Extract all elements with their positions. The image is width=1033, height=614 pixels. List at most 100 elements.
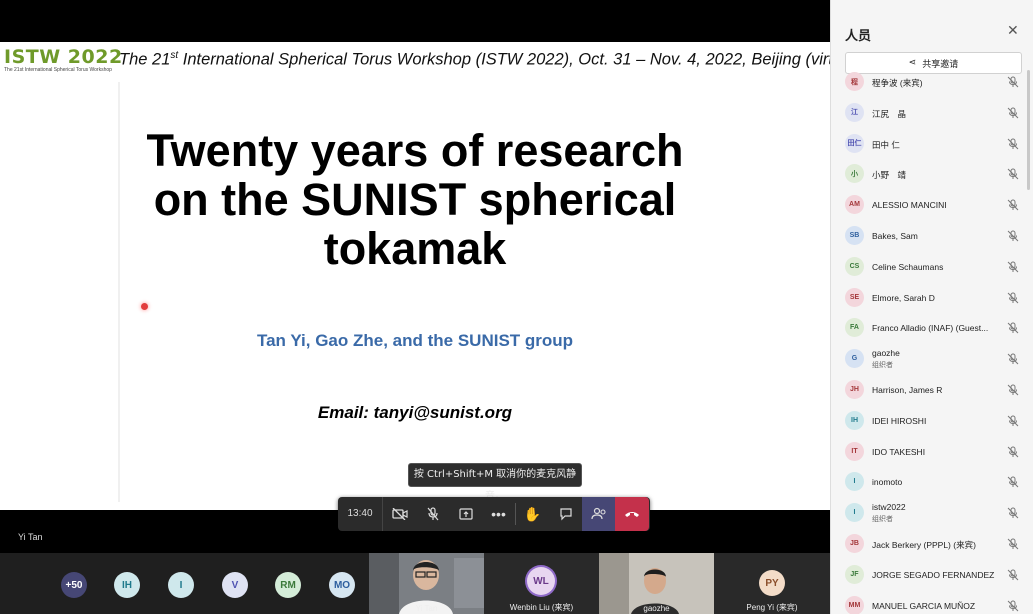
strip-avatar[interactable]: I [168,572,194,598]
raise-hand-button[interactable]: ✋ [516,497,549,531]
participant-row[interactable]: AM ALESSIO MANCINI [831,191,1033,221]
participant-name: Jack Berkery (PPPL) (来宾) [872,540,976,550]
mic-muted-icon [1007,538,1019,550]
mic-muted-icon [1007,476,1019,488]
participant-avatar: I [845,472,864,492]
video-tile-wenbin-liu[interactable]: WL Wenbin Liu (来宾) [484,553,599,614]
participant-row[interactable]: SE Elmore, Sarah D [831,284,1033,314]
mic-muted-icon [1007,261,1019,273]
participant-avatar: MM [845,595,864,614]
mic-muted-icon [1007,292,1019,303]
istw-logo: ISTW 2022 The 21st International Spheric… [4,46,123,77]
logo-subtext: The 21st International Spherical Torus W… [4,67,112,73]
slide-email: Email: tanyi@sunist.org [317,403,513,422]
tile-name: Wenbin Liu (来宾) [509,603,574,612]
participant-name: IDO TAKESHI [872,446,926,457]
participant-row[interactable]: SB Bakes, Sam [831,222,1033,252]
participant-name: istw2022 [872,502,906,513]
logo-text: ISTW 2022 [4,46,123,68]
raise-hand-icon: ✋ [523,505,542,522]
participant-list: 程程争波 (来宾) 江江尻 晶田仁 田中 仁小小野 靖 AM ALESSIO MANCI… [831,68,1033,614]
slide-header-text: The 21st International Spherical Torus W… [119,50,861,69]
participant-role: 组织者 [872,516,893,524]
mic-muted-icon [1007,322,1019,334]
video-tile-gaozhe[interactable]: gaozhe [599,553,714,614]
mic-muted-icon [1007,230,1019,242]
close-icon[interactable]: ✕ [1007,22,1019,39]
participants-button[interactable] [582,497,615,531]
strip-avatar[interactable]: RM [275,572,301,598]
meeting-control-bar: 13:40 ••• ✋ [338,497,650,531]
more-button[interactable]: ••• [482,497,515,531]
video-tile-yi-tan[interactable]: Yi Tan [369,553,484,614]
hangup-icon [625,512,639,517]
meeting-timer: 13:40 [338,497,383,531]
chat-button[interactable] [549,497,582,531]
tile-avatar: PY [759,570,785,596]
share-screen-icon [458,508,473,520]
participant-name: inomoto [872,477,903,488]
participants-icon [590,507,606,520]
share-screen-button[interactable] [449,497,482,531]
mic-muted-icon [1007,507,1019,519]
mic-button[interactable] [416,497,449,531]
participant-name: 田中 仁 [872,139,900,150]
participant-name: ALESSIO MANCINI [872,200,947,211]
participant-name: Franco Alladio (INAF) (Guest... [872,323,989,334]
participant-name: IDEI HIROSHI [872,415,927,426]
mic-muted-icon [1007,199,1019,211]
participant-row[interactable]: CS Celine Schaumans [831,253,1033,283]
presenter-name: Yi Tan [18,532,43,542]
participant-row[interactable]: MM MANUEL GARCIA MUÑOZ [831,592,1033,614]
participant-row[interactable]: JH Harrison, James R [831,376,1033,406]
more-icon: ••• [491,506,506,522]
tile-avatar: WL [527,567,555,595]
chat-icon [559,508,572,521]
participant-row[interactable]: IT IDO TAKESHI [831,438,1033,468]
participant-row[interactable]: IH IDEI HIROSHI [831,407,1033,437]
tile-name: gaozhe [643,604,670,613]
participant-avatar: I [845,503,864,523]
participant-name: JORGE SEGADO FERNANDEZ [872,569,995,580]
panel-title: 人员 [845,29,872,44]
strip-avatar[interactable]: IH [114,572,140,598]
hangup-button[interactable] [615,497,649,531]
strip-avatar[interactable]: V [222,572,248,598]
tile-name: Yi Tan [415,604,438,613]
participant-avatar: 程 [845,72,864,91]
participant-row[interactable]: JB Jack Berkery (PPPL) (来宾) [831,530,1033,560]
participant-name: gaozhe [872,348,900,359]
slide-authors: Tan Yi, Gao Zhe, and the SUNIST group [256,331,574,350]
mic-muted-icon [1007,353,1019,365]
participant-name: 小野 靖 [872,170,907,181]
participant-row[interactable]: 小小野 靖 [831,160,1033,190]
participant-row[interactable]: 田仁 田中 仁 [831,130,1033,160]
participant-name: Celine Schaumans [872,261,944,272]
participant-row[interactable]: Iinomoto [831,468,1033,498]
participant-row[interactable]: 江江尻 晶 [831,99,1033,129]
camera-button[interactable] [383,497,416,531]
video-tile-peng-yi[interactable]: PY Peng Yi (来宾) [714,553,830,614]
mic-muted-icon [1007,76,1019,88]
participant-name: 江尻 晶 [872,108,907,119]
participant-row[interactable]: JF JORGE SEGADO FERNANDEZ [831,561,1033,591]
participant-row[interactable]: 程程争波 (来宾) [831,68,1033,98]
participant-name: 程争波 (来宾) [872,78,923,88]
participant-name: Harrison, James R [872,385,943,395]
participant-name: Elmore, Sarah D [872,292,935,303]
participant-row[interactable]: Iistw2022 组织者 [831,499,1033,529]
mic-muted-icon [1007,168,1019,180]
participant-avatar: JH [845,380,864,399]
participant-avatar: IH [845,410,864,430]
participant-name: MANUEL GARCIA MUÑOZ [872,600,976,611]
participant-avatar: CS [845,256,864,276]
participant-avatar: SB [845,226,864,245]
mic-muted-icon [1007,569,1019,581]
overflow-participants-button[interactable]: +50 [61,572,87,598]
strip-avatar[interactable]: MO [329,572,355,598]
people-panel: 人员 ✕ ⋖ 共享邀请 程程争波 (来宾) 江江尻 晶田仁 田中 仁小小野 靖 AM A… [830,0,1033,614]
participant-avatar: JB [845,534,864,553]
participant-row[interactable]: FA Franco Alladio (INAF) (Guest... [831,314,1033,344]
participant-avatar: 小 [845,164,864,184]
participant-row[interactable]: Ggaozhe 组织者 [831,345,1033,375]
